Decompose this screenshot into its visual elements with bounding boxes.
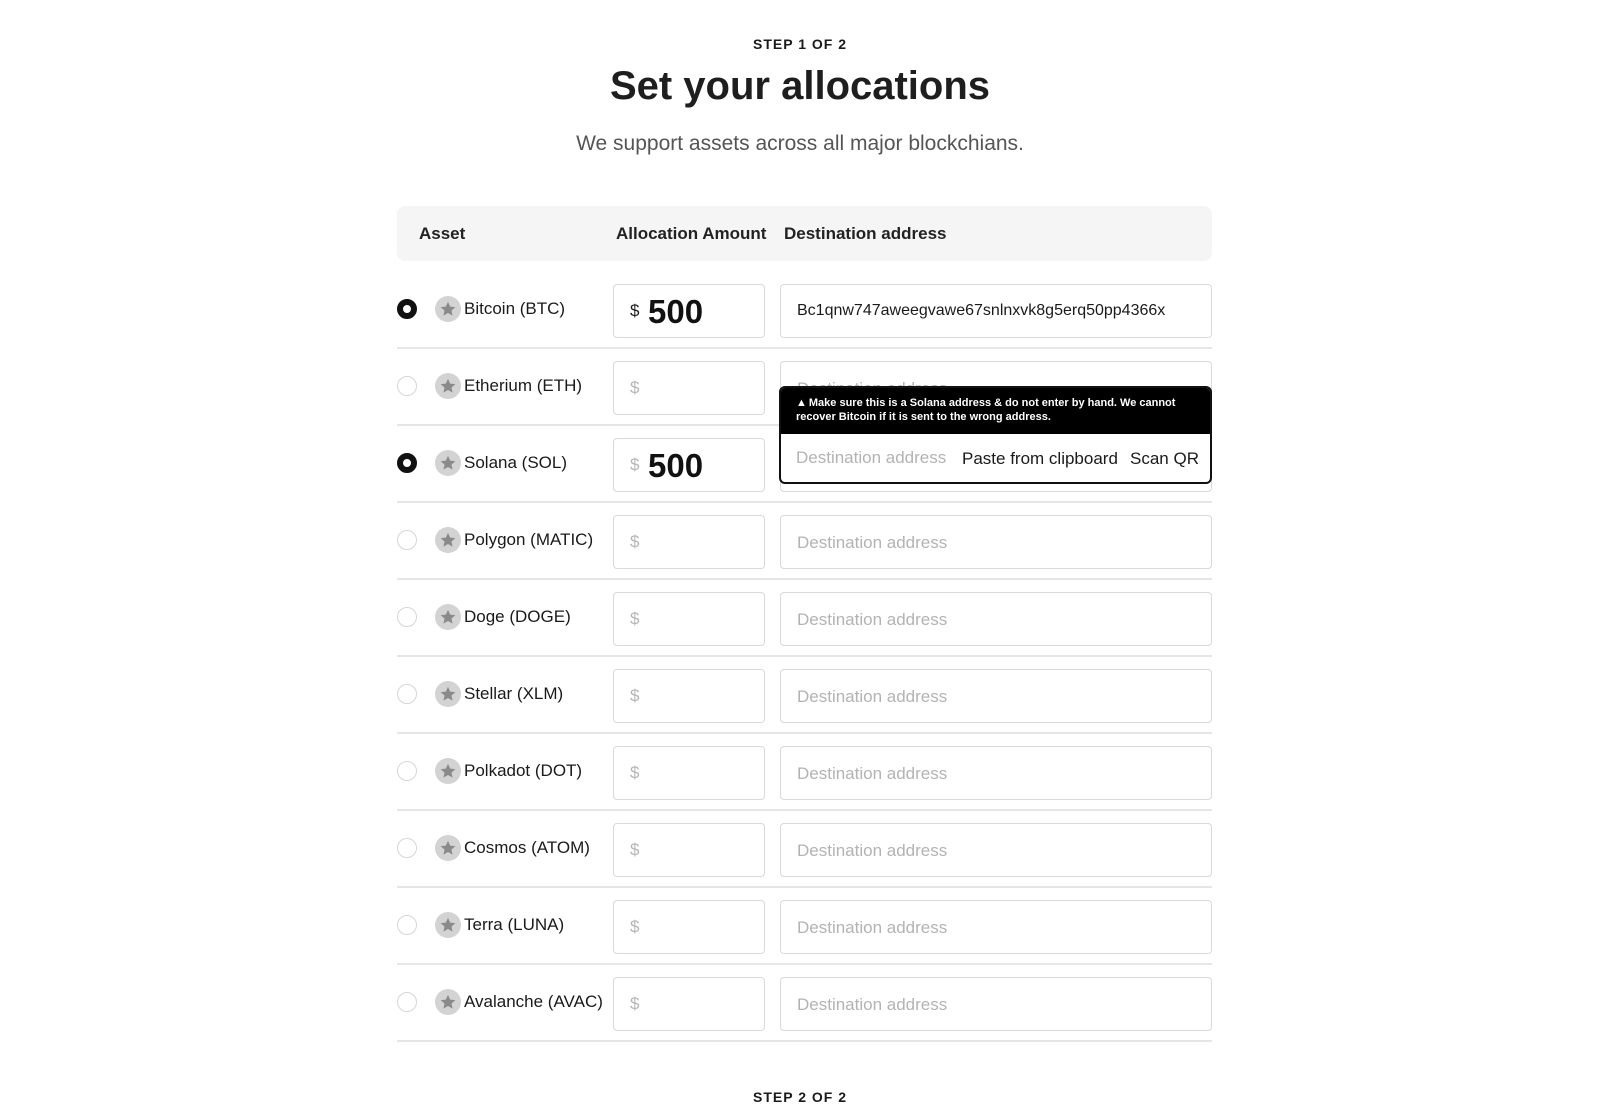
column-header-asset: Asset	[419, 224, 466, 243]
currency-symbol: $	[630, 378, 640, 397]
currency-symbol: $	[630, 686, 640, 705]
star-icon	[435, 758, 461, 784]
star-icon	[435, 450, 461, 476]
asset-name: Doge (DOGE)	[464, 607, 571, 626]
star-icon	[435, 296, 461, 322]
destination-address-input[interactable]: Destination address	[780, 823, 1212, 877]
page-subtitle: We support assets across all major block…	[576, 132, 1024, 155]
asset-name: Solana (SOL)	[464, 453, 567, 472]
allocation-amount-input[interactable]: $	[613, 977, 765, 1031]
allocation-amount-value: 500	[648, 293, 704, 330]
asset-select-radio[interactable]	[397, 761, 417, 781]
destination-address-placeholder: Destination address	[797, 918, 948, 937]
table-row: Polkadot (DOT) $ Destination address	[397, 734, 1212, 811]
allocation-page: STEP 1 OF 2 Set your allocations We supp…	[0, 0, 1600, 1108]
destination-address-input[interactable]: Destination address	[780, 900, 1212, 954]
table-row: Polygon (MATIC) $ Destination address	[397, 503, 1212, 580]
asset-select-radio[interactable]	[397, 376, 417, 396]
destination-address-value: Bc1qnw747aweegvawe67snlnxvk8g5erq50pp436…	[797, 302, 1166, 319]
star-icon	[435, 681, 461, 707]
address-entry-popup: ▲ Make sure this is a Solana address & do…	[779, 386, 1212, 484]
allocation-amount-input[interactable]: $	[613, 746, 765, 800]
table-row: Stellar (XLM) $ Destination address	[397, 657, 1212, 734]
allocation-amount-input[interactable]: $	[613, 592, 765, 646]
currency-symbol: $	[630, 994, 640, 1013]
asset-name: Polkadot (DOT)	[464, 761, 583, 780]
asset-select-radio[interactable]	[397, 299, 417, 319]
asset-select-radio[interactable]	[397, 915, 417, 935]
allocation-amount-input[interactable]: $	[613, 823, 765, 877]
currency-symbol: $	[630, 840, 640, 859]
currency-symbol: $	[630, 609, 640, 628]
asset-name: Bitcoin (BTC)	[464, 299, 566, 318]
star-icon	[435, 989, 461, 1015]
allocation-amount-input[interactable]: $500	[613, 438, 765, 492]
popup-address-placeholder: Destination address	[796, 448, 947, 467]
table-row: Doge (DOGE) $ Destination address	[397, 580, 1212, 657]
allocation-table: Asset Allocation Amount Destination addr…	[397, 206, 1212, 1042]
asset-select-radio[interactable]	[397, 607, 417, 627]
destination-address-placeholder: Destination address	[797, 764, 948, 783]
asset-select-radio[interactable]	[397, 684, 417, 704]
allocation-amount-input[interactable]: $500	[613, 284, 765, 338]
allocation-amount-value: 500	[648, 447, 704, 484]
step-indicator: STEP 1 OF 2	[753, 36, 847, 52]
destination-address-input[interactable]: Destination address	[780, 592, 1212, 646]
destination-address-input[interactable]: Destination address	[780, 977, 1212, 1031]
asset-select-radio[interactable]	[397, 453, 417, 473]
table-row: Cosmos (ATOM) $ Destination address	[397, 811, 1212, 888]
asset-select-radio[interactable]	[397, 530, 417, 550]
table-header: Asset Allocation Amount Destination addr…	[397, 206, 1212, 261]
popup-address-input[interactable]: Destination address Paste from clipboard…	[781, 434, 1210, 482]
destination-address-input[interactable]: Bc1qnw747aweegvawe67snlnxvk8g5erq50pp436…	[780, 284, 1212, 338]
star-icon	[435, 912, 461, 938]
allocation-amount-input[interactable]: $	[613, 900, 765, 954]
table-row: Avalanche (AVAC) $ Destination address	[397, 965, 1212, 1042]
address-warning-text: Make sure this is a Solana address & do …	[796, 397, 1176, 423]
star-icon	[435, 373, 461, 399]
warning-triangle-icon: ▲	[796, 397, 807, 409]
destination-address-input[interactable]: Destination address	[780, 669, 1212, 723]
destination-address-placeholder: Destination address	[797, 841, 948, 860]
allocation-amount-input[interactable]: $	[613, 515, 765, 569]
currency-symbol: $	[630, 532, 640, 551]
asset-select-radio[interactable]	[397, 992, 417, 1012]
currency-symbol: $	[630, 917, 640, 936]
asset-name: Etherium (ETH)	[464, 376, 583, 395]
asset-name: Cosmos (ATOM)	[464, 838, 590, 857]
destination-address-placeholder: Destination address	[797, 610, 948, 629]
table-row: Terra (LUNA) $ Destination address	[397, 888, 1212, 965]
asset-name: Polygon (MATIC)	[464, 530, 594, 549]
paste-from-clipboard-button[interactable]: Paste from clipboard	[962, 449, 1118, 469]
asset-select-radio[interactable]	[397, 838, 417, 858]
currency-symbol: $	[630, 763, 640, 782]
destination-address-input[interactable]: Destination address	[780, 515, 1212, 569]
allocation-amount-input[interactable]: $	[613, 669, 765, 723]
allocation-amount-input[interactable]: $	[613, 361, 765, 415]
address-warning-banner: ▲ Make sure this is a Solana address & do…	[781, 388, 1210, 434]
column-header-destination-address: Destination address	[784, 224, 947, 243]
table-row: Bitcoin (BTC) $500 Bc1qnw747aweegvawe67snl…	[397, 272, 1212, 349]
currency-symbol: $	[630, 455, 640, 474]
destination-address-placeholder: Destination address	[797, 687, 948, 706]
asset-name: Stellar (XLM)	[464, 684, 564, 703]
star-icon	[435, 527, 461, 553]
destination-address-placeholder: Destination address	[797, 533, 948, 552]
star-icon	[435, 835, 461, 861]
page-title: Set your allocations	[609, 64, 991, 108]
star-icon	[435, 604, 461, 630]
asset-name: Avalanche (AVAC)	[464, 992, 603, 1011]
currency-symbol: $	[630, 301, 640, 320]
destination-address-placeholder: Destination address	[797, 995, 948, 1014]
column-header-allocation-amount: Allocation Amount	[616, 224, 767, 243]
step-2-indicator: STEP 2 OF 2	[753, 1089, 847, 1105]
asset-name: Terra (LUNA)	[464, 915, 565, 934]
scan-qr-button[interactable]: Scan QR	[1130, 449, 1199, 469]
destination-address-input[interactable]: Destination address	[780, 746, 1212, 800]
